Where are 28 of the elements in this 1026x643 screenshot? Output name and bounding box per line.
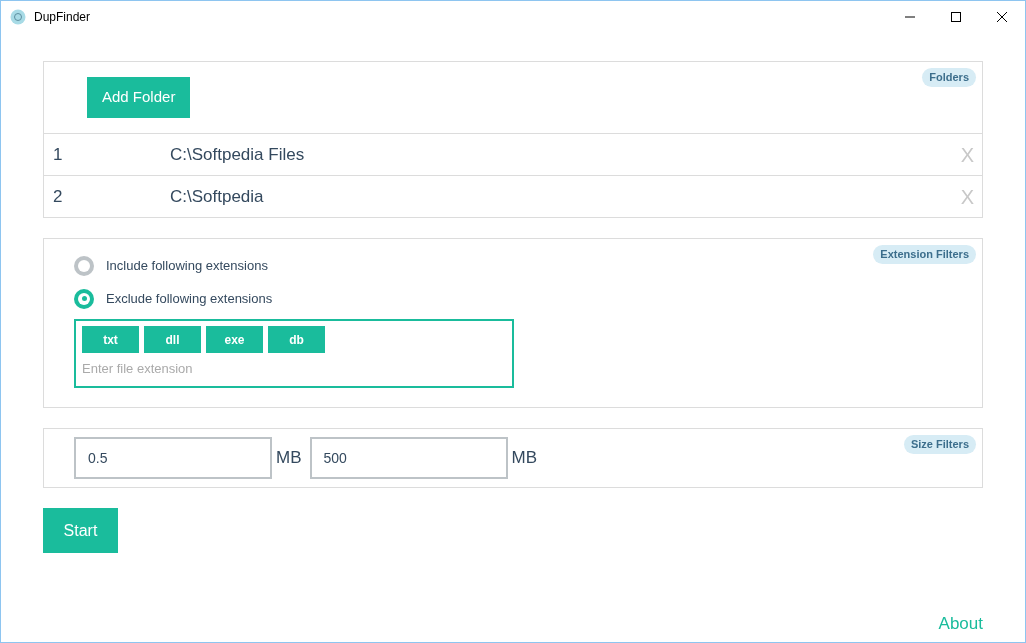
- unit-label: MB: [276, 447, 302, 470]
- add-folder-button[interactable]: Add Folder: [87, 77, 191, 118]
- radio-label: Include following extensions: [106, 256, 268, 275]
- extension-tag: txt: [82, 326, 139, 353]
- max-size-field[interactable]: 500: [309, 437, 508, 479]
- maximize-icon[interactable]: [951, 11, 961, 22]
- folder-path: C:\Softpedia: [170, 185, 264, 208]
- row-number: 2: [52, 185, 64, 208]
- app-logo-icon: [10, 8, 26, 25]
- radio-button[interactable]: [74, 255, 94, 276]
- min-size-field[interactable]: 0.5: [74, 437, 272, 479]
- folder-path: C:\Softpedia Files: [170, 143, 305, 166]
- section-badge: Extension Filters: [873, 245, 976, 264]
- extension-input-field[interactable]: txt dll exe db Enter file extension: [74, 319, 514, 388]
- extension-tag: dll: [144, 326, 201, 353]
- extension-text-input[interactable]: Enter file extension: [82, 359, 506, 379]
- close-icon[interactable]: [997, 11, 1007, 22]
- section-badge: Size Filters: [903, 435, 976, 454]
- radio-label: Exclude following extensions: [106, 289, 273, 308]
- unit-label: MB: [511, 447, 537, 470]
- window-title: DupFinder: [34, 8, 91, 26]
- start-button[interactable]: Start: [43, 508, 118, 553]
- extension-tag: db: [268, 326, 325, 353]
- about-link[interactable]: About: [938, 610, 983, 636]
- radio-button[interactable]: [74, 288, 94, 309]
- section-badge: Folders: [922, 68, 976, 87]
- row-number: 1: [52, 143, 64, 166]
- extension-tag: exe: [206, 326, 263, 353]
